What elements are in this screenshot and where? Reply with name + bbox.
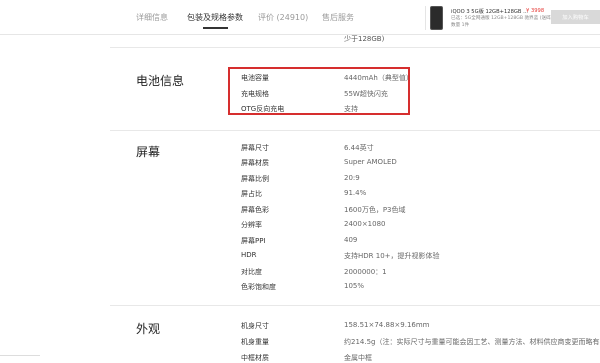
highlight-box xyxy=(228,67,410,115)
product-quantity: 数量 1件 xyxy=(451,23,470,28)
spec-value: 105% xyxy=(344,282,365,290)
section-title-battery: 电池信息 xyxy=(136,74,185,88)
divider xyxy=(0,355,40,356)
product-thumbnail[interactable] xyxy=(430,6,443,30)
section-divider xyxy=(110,305,600,306)
product-selection: 已选：5G全网通版 12GB+128GB 驰界蓝 (送碎屏险) xyxy=(451,16,562,21)
spec-label: 对比度 xyxy=(241,268,262,276)
spec-value: 409 xyxy=(344,236,358,244)
product-price: ¥ 3998 xyxy=(526,8,545,14)
spec-value: 91.4% xyxy=(344,189,367,197)
add-to-cart-button[interactable]: 加入购物车 xyxy=(551,10,600,24)
section-title-appearance: 外观 xyxy=(136,322,161,336)
tab-details[interactable]: 详细信息 xyxy=(136,12,168,23)
spec-value: 2400×1080 xyxy=(344,220,386,228)
spec-label: 色彩饱和度 xyxy=(241,283,276,291)
spec-value: 1600万色，P3色域 xyxy=(344,206,406,214)
product-title: iQOO 3 5G版 12GB+128GB ... xyxy=(451,9,529,15)
spec-value-partial: 少于128GB) xyxy=(344,35,385,43)
tab-bar: 详细信息 包装及规格参数 评价 (24910) 售后服务 iQOO 3 5G版 … xyxy=(0,0,600,35)
spec-value: 金属中框 xyxy=(344,354,372,362)
spec-label: 屏幕材质 xyxy=(241,159,269,167)
spec-value: 6.44英寸 xyxy=(344,144,374,152)
section-divider xyxy=(110,47,600,48)
spec-value: 158.51×74.88×9.16mm xyxy=(344,321,430,329)
spec-value: 2000000：1 xyxy=(344,268,387,276)
spec-value: 约214.5g（注：实际尺寸与重量可能会因工艺、测量方法、材料供应商变更而略有不… xyxy=(344,338,600,346)
spec-label: 机身重量 xyxy=(241,338,269,346)
spec-value: Super AMOLED xyxy=(344,158,397,166)
spec-label: 机身尺寸 xyxy=(241,322,269,330)
spec-label: 中框材质 xyxy=(241,354,269,362)
spec-value: 支持HDR 10+，提升视影体验 xyxy=(344,252,440,260)
section-title-screen: 屏幕 xyxy=(136,145,161,159)
tab-specs[interactable]: 包装及规格参数 xyxy=(187,12,243,23)
tab-reviews[interactable]: 评价 (24910) xyxy=(258,12,308,23)
tab-after-sales[interactable]: 售后服务 xyxy=(322,12,354,23)
divider xyxy=(425,6,426,30)
spec-label: 屏幕比例 xyxy=(241,175,269,183)
active-tab-underline xyxy=(203,27,228,29)
spec-label: 分辨率 xyxy=(241,221,262,229)
spec-value: 20:9 xyxy=(344,174,360,182)
spec-label: 屏幕尺寸 xyxy=(241,144,269,152)
section-divider xyxy=(110,130,600,131)
spec-label: 屏幕色彩 xyxy=(241,206,269,214)
spec-label: HDR xyxy=(241,251,257,259)
spec-label: 屏幕PPI xyxy=(241,237,266,245)
spec-label: 屏占比 xyxy=(241,190,262,198)
